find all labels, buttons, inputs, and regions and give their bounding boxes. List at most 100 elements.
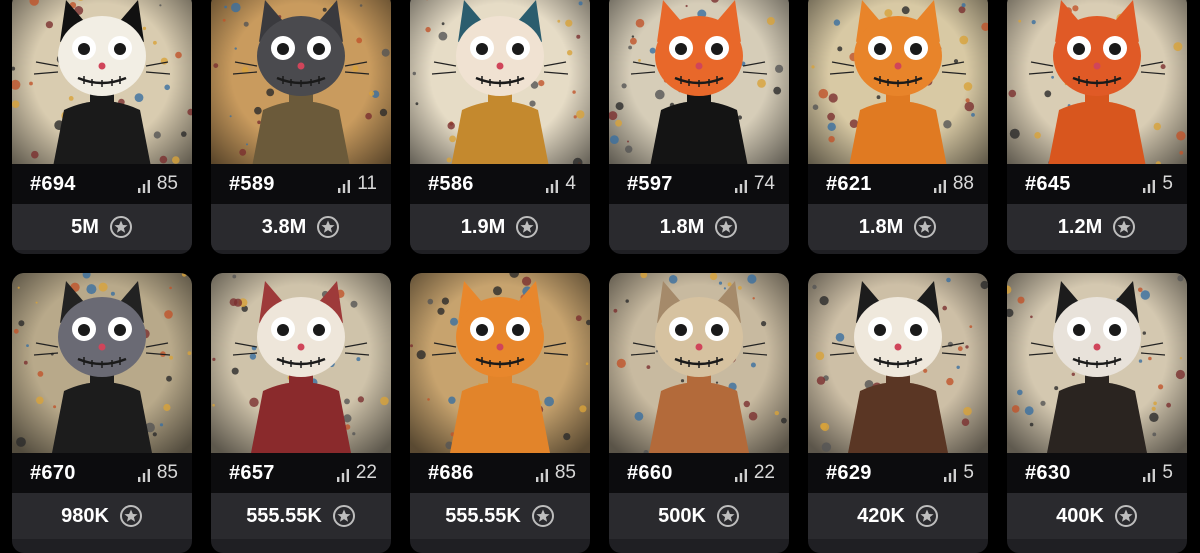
nft-number: #657 xyxy=(229,462,275,485)
nft-price[interactable]: 1.9M xyxy=(410,204,590,250)
price-value: 3.8M xyxy=(262,216,306,239)
star-coin-icon xyxy=(913,215,937,239)
nft-price[interactable]: 555.55K xyxy=(410,493,590,539)
nft-card[interactable]: #670 85 980K xyxy=(12,273,192,553)
nft-artwork[interactable] xyxy=(808,0,988,164)
nft-price[interactable]: 1.2M xyxy=(1007,204,1187,250)
nft-number: #670 xyxy=(30,462,76,485)
nft-card[interactable]: #597 74 1.8M xyxy=(609,0,789,254)
price-value: 1.8M xyxy=(660,216,704,239)
nft-info-bar: #670 85 xyxy=(12,453,192,493)
nft-artwork[interactable] xyxy=(410,0,590,164)
nft-info-bar: #589 11 xyxy=(211,164,391,204)
nft-card[interactable]: #589 11 3.8M xyxy=(211,0,391,254)
nft-artwork[interactable] xyxy=(410,273,590,453)
price-value: 1.9M xyxy=(461,216,505,239)
nft-price[interactable]: 5M xyxy=(12,204,192,250)
nft-info-bar: #621 88 xyxy=(808,164,988,204)
bar-chart-icon xyxy=(1142,177,1156,191)
price-value: 5M xyxy=(71,216,99,239)
nft-card[interactable]: #657 22 555.55K xyxy=(211,273,391,553)
rank-value: 74 xyxy=(754,173,775,195)
nft-artwork[interactable] xyxy=(12,273,192,453)
price-value: 400K xyxy=(1056,505,1104,528)
nft-rank: 5 xyxy=(1142,462,1173,484)
nft-artwork[interactable] xyxy=(211,273,391,453)
bar-chart-icon xyxy=(137,177,151,191)
nft-info-bar: #660 22 xyxy=(609,453,789,493)
nft-number: #597 xyxy=(627,173,673,196)
price-value: 500K xyxy=(658,505,706,528)
nft-rank: 88 xyxy=(933,173,974,195)
nft-rank: 85 xyxy=(137,173,178,195)
nft-rank: 85 xyxy=(137,462,178,484)
nft-number: #630 xyxy=(1025,462,1071,485)
nft-info-bar: #597 74 xyxy=(609,164,789,204)
nft-price[interactable]: 400K xyxy=(1007,493,1187,539)
nft-card[interactable]: #629 5 420K xyxy=(808,273,988,553)
nft-info-bar: #645 5 xyxy=(1007,164,1187,204)
star-coin-icon xyxy=(332,504,356,528)
nft-price[interactable]: 1.8M xyxy=(609,204,789,250)
nft-card[interactable]: #660 22 500K xyxy=(609,273,789,553)
price-value: 1.2M xyxy=(1058,216,1102,239)
nft-rank: 22 xyxy=(734,462,775,484)
nft-info-bar: #586 4 xyxy=(410,164,590,204)
star-coin-icon xyxy=(531,504,555,528)
nft-artwork[interactable] xyxy=(609,0,789,164)
nft-price[interactable]: 3.8M xyxy=(211,204,391,250)
rank-value: 5 xyxy=(1162,173,1173,195)
nft-number: #629 xyxy=(826,462,872,485)
nft-artwork[interactable] xyxy=(808,273,988,453)
nft-artwork[interactable] xyxy=(1007,273,1187,453)
nft-rank: 5 xyxy=(943,462,974,484)
nft-card[interactable]: #694 85 5M xyxy=(12,0,192,254)
rank-value: 4 xyxy=(565,173,576,195)
nft-number: #621 xyxy=(826,173,872,196)
rank-value: 88 xyxy=(953,173,974,195)
nft-grid: #694 85 5M #589 11 3.8M #586 4 1.9M xyxy=(12,0,1192,540)
nft-rank: 74 xyxy=(734,173,775,195)
nft-info-bar: #630 5 xyxy=(1007,453,1187,493)
nft-price[interactable]: 980K xyxy=(12,493,192,539)
nft-artwork[interactable] xyxy=(211,0,391,164)
rank-value: 5 xyxy=(963,462,974,484)
nft-artwork[interactable] xyxy=(609,273,789,453)
bar-chart-icon xyxy=(535,466,549,480)
bar-chart-icon xyxy=(545,177,559,191)
star-coin-icon xyxy=(716,504,740,528)
star-coin-icon xyxy=(515,215,539,239)
star-coin-icon xyxy=(119,504,143,528)
nft-number: #586 xyxy=(428,173,474,196)
nft-card[interactable]: #645 5 1.2M xyxy=(1007,0,1187,254)
star-coin-icon xyxy=(915,504,939,528)
nft-info-bar: #694 85 xyxy=(12,164,192,204)
star-coin-icon xyxy=(1114,504,1138,528)
nft-price[interactable]: 555.55K xyxy=(211,493,391,539)
rank-value: 5 xyxy=(1162,462,1173,484)
star-coin-icon xyxy=(1112,215,1136,239)
nft-card[interactable]: #621 88 1.8M xyxy=(808,0,988,254)
nft-number: #589 xyxy=(229,173,275,196)
nft-artwork[interactable] xyxy=(1007,0,1187,164)
nft-price[interactable]: 1.8M xyxy=(808,204,988,250)
bar-chart-icon xyxy=(734,466,748,480)
nft-rank: 4 xyxy=(545,173,576,195)
price-value: 555.55K xyxy=(445,505,521,528)
rank-value: 85 xyxy=(555,462,576,484)
nft-number: #694 xyxy=(30,173,76,196)
bar-chart-icon xyxy=(933,177,947,191)
nft-price[interactable]: 500K xyxy=(609,493,789,539)
nft-price[interactable]: 420K xyxy=(808,493,988,539)
nft-card[interactable]: #586 4 1.9M xyxy=(410,0,590,254)
nft-number: #645 xyxy=(1025,173,1071,196)
nft-info-bar: #686 85 xyxy=(410,453,590,493)
nft-card[interactable]: #630 5 400K xyxy=(1007,273,1187,553)
bar-chart-icon xyxy=(734,177,748,191)
nft-info-bar: #657 22 xyxy=(211,453,391,493)
bar-chart-icon xyxy=(137,466,151,480)
star-coin-icon xyxy=(316,215,340,239)
nft-artwork[interactable] xyxy=(12,0,192,164)
nft-card[interactable]: #686 85 555.55K xyxy=(410,273,590,553)
rank-value: 11 xyxy=(357,173,377,195)
